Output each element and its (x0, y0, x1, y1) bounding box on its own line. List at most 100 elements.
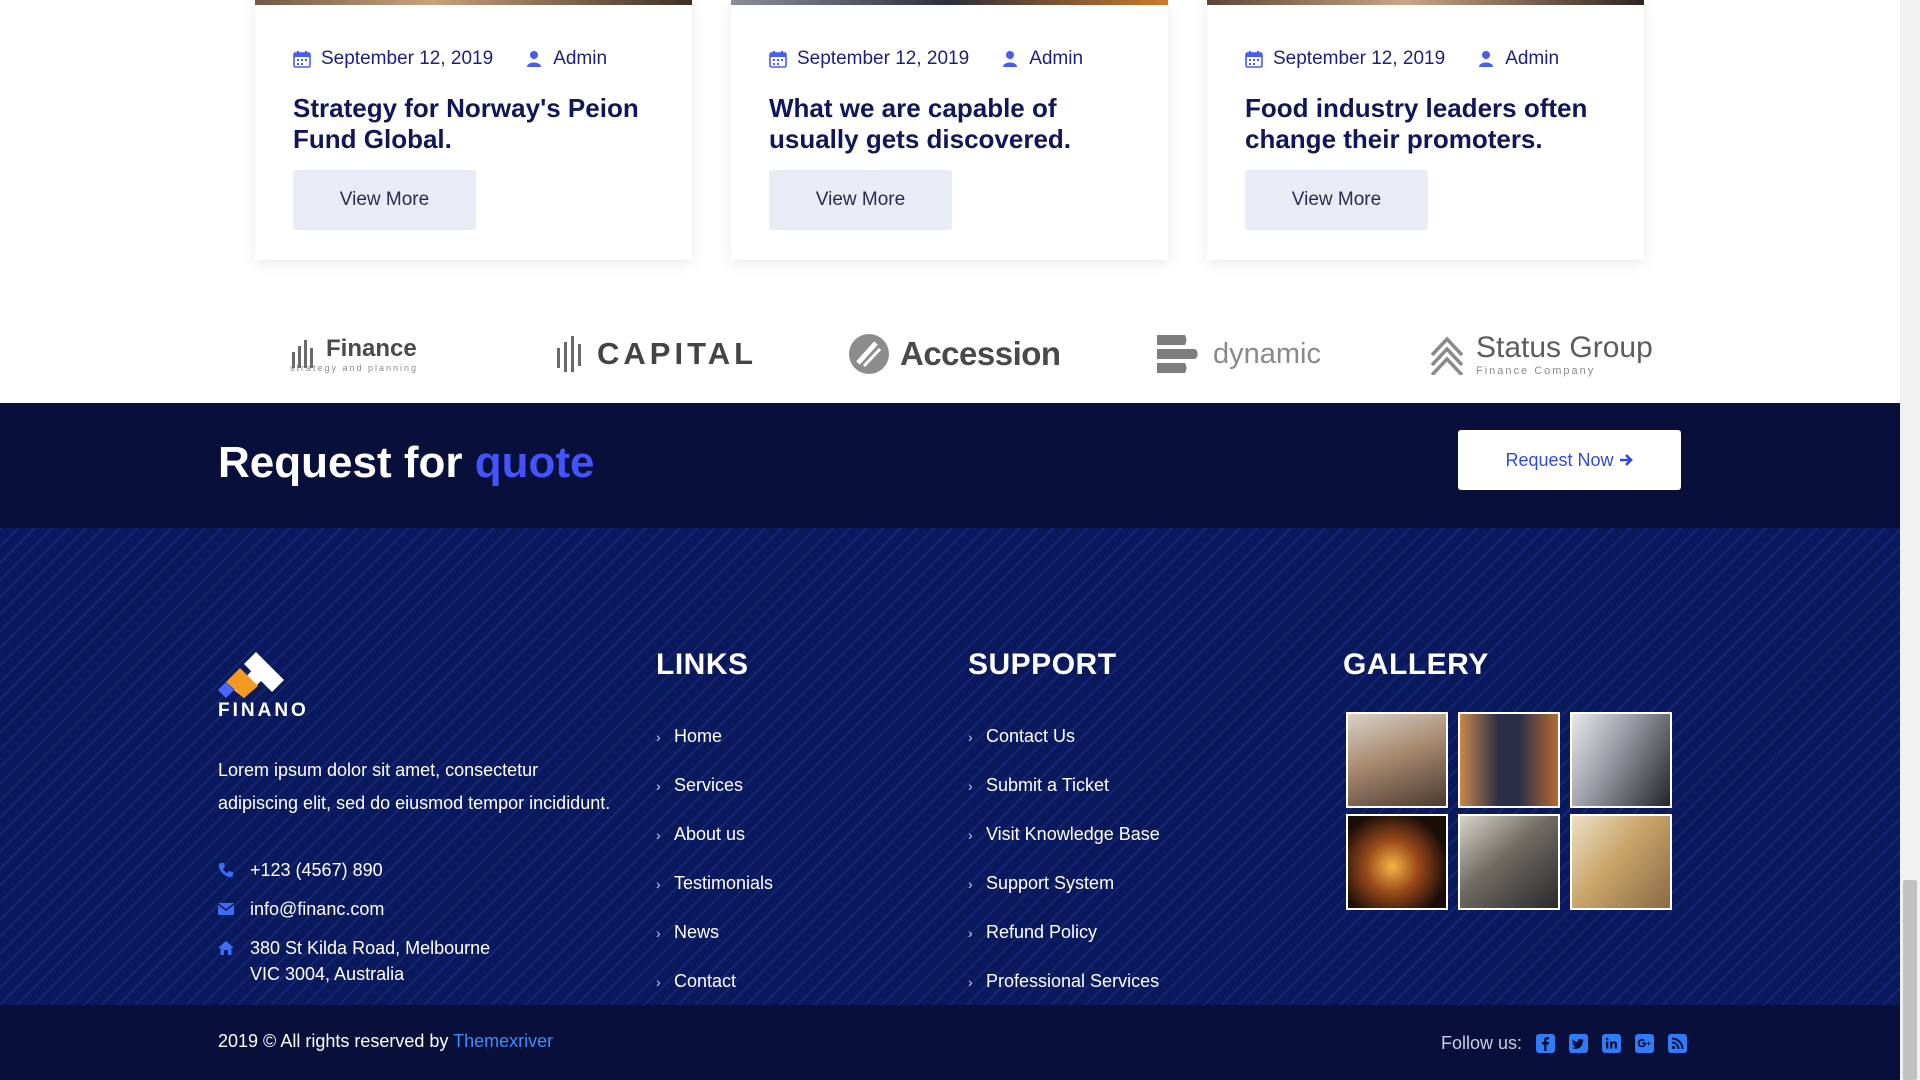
blog-card: September 12, 2019 Admin What we are cap… (731, 0, 1168, 260)
chevron-right-icon: › (656, 728, 661, 745)
footer-link-testimonials[interactable]: › Testimonials (656, 859, 773, 908)
brand-logo-accession: Accession (848, 318, 1061, 390)
copyright: 2019 © All rights reserved by Themexrive… (218, 1031, 553, 1052)
chevron-right-icon: › (968, 826, 973, 843)
brand-name: Status Group (1476, 331, 1653, 364)
brand-tagline: Finance Company (1476, 365, 1596, 377)
card-author[interactable]: Admin (553, 48, 607, 70)
card-author[interactable]: Admin (1029, 48, 1083, 70)
support-link-submit-ticket[interactable]: › Submit a Ticket (968, 761, 1160, 810)
chevron-right-icon: › (656, 777, 661, 794)
gallery-image[interactable] (1458, 814, 1560, 910)
brand-tagline: strategy and planning (290, 363, 419, 373)
facebook-icon[interactable] (1536, 1034, 1556, 1053)
brand-logo-capital: CAPITAL (555, 318, 757, 390)
gallery-image[interactable] (1458, 712, 1560, 808)
email-address[interactable]: info@financ.com (250, 896, 384, 922)
brand-name: dynamic (1213, 337, 1321, 370)
link-label: Contact (674, 971, 737, 991)
chevron-right-icon: › (656, 875, 661, 892)
footer-link-home[interactable]: › Home (656, 712, 773, 761)
dynamic-logo-icon (1157, 335, 1198, 373)
footer-link-contact[interactable]: › Contact (656, 957, 773, 1005)
card-image (1207, 0, 1644, 5)
chevron-right-icon: › (968, 875, 973, 892)
footer-address: 380 St Kilda Road, Melbourne VIC 3004, A… (218, 935, 490, 987)
themexriver-link[interactable]: Themexriver (453, 1031, 553, 1051)
gallery-image[interactable] (1346, 814, 1448, 910)
quote-heading-main: Request for (218, 438, 463, 487)
google-plus-icon[interactable] (1635, 1034, 1655, 1053)
card-title[interactable]: Food industry leaders often change their… (1245, 93, 1620, 155)
calendar-icon (1245, 51, 1263, 68)
card-author[interactable]: Admin (1505, 48, 1559, 70)
card-meta: September 12, 2019 Admin (1245, 48, 1559, 70)
footer-link-news[interactable]: › News (656, 908, 773, 957)
calendar-icon (769, 51, 787, 68)
chevron-right-icon: › (968, 728, 973, 745)
phone-number[interactable]: +123 (4567) 890 (250, 857, 383, 883)
card-meta: September 12, 2019 Admin (769, 48, 1083, 70)
card-image (255, 0, 692, 5)
chevron-right-icon: › (968, 777, 973, 794)
gallery-image[interactable] (1346, 712, 1448, 808)
rss-icon[interactable] (1668, 1034, 1688, 1053)
links-heading: LINKS (656, 648, 749, 681)
card-title[interactable]: Strategy for Norway's Peion Fund Global. (293, 93, 668, 155)
footer-email: info@financ.com (218, 896, 384, 922)
chevron-right-icon: › (656, 973, 661, 990)
link-label: Home (674, 726, 723, 746)
copyright-text: 2019 © All rights reserved by (218, 1031, 449, 1051)
link-label: Support System (986, 873, 1115, 893)
card-date: September 12, 2019 (797, 48, 970, 69)
scrollbar-thumb[interactable] (1903, 880, 1917, 1080)
support-link-contact-us[interactable]: › Contact Us (968, 712, 1160, 761)
link-label: Contact Us (986, 726, 1076, 746)
card-date: September 12, 2019 (1273, 48, 1446, 69)
arrow-right-icon (1619, 453, 1633, 466)
status-group-logo-icon (1430, 336, 1464, 375)
blog-card: September 12, 2019 Admin Food industry l… (1207, 0, 1644, 260)
link-label: Testimonials (674, 873, 774, 893)
brand-name: Accession (900, 335, 1061, 372)
twitter-icon[interactable] (1569, 1034, 1589, 1053)
link-label: News (674, 922, 720, 942)
brand-logo-status-group: Status Group Finance Company (1430, 318, 1653, 390)
card-date: September 12, 2019 (321, 48, 494, 69)
footer: FINANO Lorem ipsum dolor sit amet, conse… (0, 528, 1900, 1005)
support-link-support-system[interactable]: › Support System (968, 859, 1160, 908)
view-more-button[interactable]: View More (293, 170, 476, 230)
footer-link-about[interactable]: › About us (656, 810, 773, 859)
gallery-image[interactable] (1570, 814, 1672, 910)
footer-bottom-bar: 2019 © All rights reserved by Themexrive… (0, 1005, 1900, 1080)
follow-label: Follow us: (1441, 1033, 1523, 1053)
footer-link-services[interactable]: › Services (656, 761, 773, 810)
chevron-right-icon: › (968, 973, 973, 990)
address-line-2: VIC 3004, Australia (250, 964, 405, 984)
linkedin-icon[interactable] (1602, 1034, 1622, 1053)
support-link-knowledge-base[interactable]: › Visit Knowledge Base (968, 810, 1160, 859)
quote-heading-accent: quote (474, 438, 595, 487)
card-image (731, 0, 1168, 5)
support-link-professional-services[interactable]: › Professional Services (968, 957, 1160, 1005)
finano-logo-icon (218, 652, 284, 698)
chevron-right-icon: › (656, 924, 661, 941)
request-now-button[interactable]: Request Now (1458, 430, 1681, 490)
view-more-button[interactable]: View More (1245, 170, 1428, 230)
scrollbar[interactable] (1900, 0, 1920, 1080)
brand-logo-finance: Finance strategy and planning (290, 318, 418, 390)
link-label: Refund Policy (986, 922, 1098, 942)
chevron-right-icon: › (968, 924, 973, 941)
phone-icon (218, 863, 233, 878)
chevron-right-icon: › (656, 826, 661, 843)
footer-logo-text: FINANO (218, 700, 309, 721)
request-quote-band: Request for quote Request Now (0, 403, 1900, 528)
view-more-button[interactable]: View More (769, 170, 952, 230)
gallery-image[interactable] (1570, 712, 1672, 808)
support-link-refund-policy[interactable]: › Refund Policy (968, 908, 1160, 957)
footer-phone: +123 (4567) 890 (218, 857, 383, 883)
gallery-heading: GALLERY (1343, 648, 1489, 681)
card-title[interactable]: What we are capable of usually gets disc… (769, 93, 1144, 155)
brand-name: Finance (326, 335, 417, 362)
link-label: Professional Services (986, 971, 1160, 991)
